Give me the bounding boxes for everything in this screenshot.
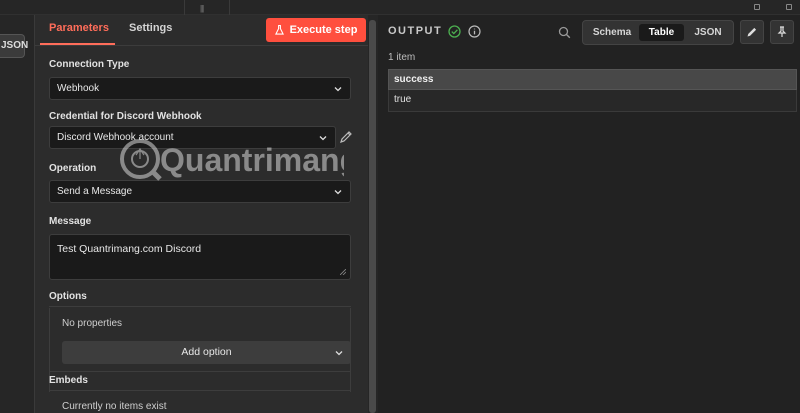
- pencil-icon: [747, 27, 757, 37]
- add-option-label: Add option: [181, 346, 232, 358]
- info-icon[interactable]: [468, 25, 481, 38]
- success-check-icon: [448, 25, 461, 38]
- top-divider: [184, 0, 185, 15]
- output-panel: OUTPUT Schema Table JSON 1 item success …: [378, 15, 800, 413]
- operation-value: Send a Message: [57, 186, 133, 197]
- search-icon[interactable]: [558, 26, 571, 39]
- divider: [49, 306, 351, 307]
- parameters-panel: Parameters Settings Execute step Connect…: [34, 15, 379, 413]
- operation-label: Operation: [49, 163, 97, 174]
- view-toggle: Schema Table JSON: [582, 20, 734, 45]
- active-tab-indicator: [40, 43, 115, 45]
- message-textarea[interactable]: Test Quantrimang.com Discord: [49, 234, 351, 280]
- no-properties-text: No properties: [62, 318, 123, 329]
- panel-tabs: Parameters Settings Execute step: [35, 15, 379, 46]
- flask-icon: [274, 25, 284, 35]
- table-header-success: success: [388, 69, 797, 90]
- watermark-logo: Quantrimang: [120, 139, 344, 181]
- connection-type-select[interactable]: Webhook: [49, 77, 351, 100]
- scrollbar-thumb[interactable]: [369, 20, 376, 413]
- embeds-label: Embeds: [49, 375, 88, 386]
- divider: [49, 371, 351, 372]
- input-panel-edge: JSON: [0, 15, 34, 413]
- output-title: OUTPUT: [388, 25, 443, 37]
- pin-output-button[interactable]: [770, 20, 794, 44]
- options-label: Options: [49, 291, 87, 302]
- drag-handle-icon[interactable]: |||: [200, 4, 208, 13]
- tab-settings[interactable]: Settings: [129, 22, 172, 34]
- top-divider: [229, 0, 230, 15]
- message-value: Test Quantrimang.com Discord: [57, 243, 202, 255]
- credential-label: Credential for Discord Webhook: [49, 111, 202, 122]
- execute-step-label: Execute step: [289, 24, 358, 36]
- view-json-button[interactable]: JSON: [686, 24, 730, 41]
- no-embeds-text: Currently no items exist: [62, 401, 167, 412]
- items-count: 1 item: [388, 52, 416, 63]
- chevron-down-icon: [334, 87, 342, 92]
- divider: [49, 390, 351, 391]
- tab-parameters[interactable]: Parameters: [49, 22, 109, 34]
- chevron-down-icon: [334, 190, 342, 195]
- table-cell: true: [388, 90, 797, 112]
- resize-handle-icon[interactable]: [340, 269, 346, 275]
- window-icon[interactable]: [754, 4, 760, 10]
- input-json-button[interactable]: JSON: [0, 34, 28, 58]
- view-schema-button[interactable]: Schema: [587, 24, 637, 41]
- chevron-down-icon: [335, 351, 343, 356]
- connection-type-label: Connection Type: [49, 59, 130, 70]
- pin-icon: [777, 26, 787, 37]
- view-table-button[interactable]: Table: [639, 24, 684, 41]
- top-bar: |||: [0, 0, 800, 15]
- add-option-button[interactable]: Add option: [62, 341, 351, 364]
- edit-output-button[interactable]: [740, 20, 764, 44]
- window-icon[interactable]: [786, 4, 792, 10]
- output-table: success true: [388, 69, 797, 112]
- watermark-text: Quantrimang: [160, 142, 344, 178]
- message-label: Message: [49, 216, 92, 227]
- connection-type-value: Webhook: [57, 83, 100, 94]
- execute-step-button[interactable]: Execute step: [266, 18, 366, 42]
